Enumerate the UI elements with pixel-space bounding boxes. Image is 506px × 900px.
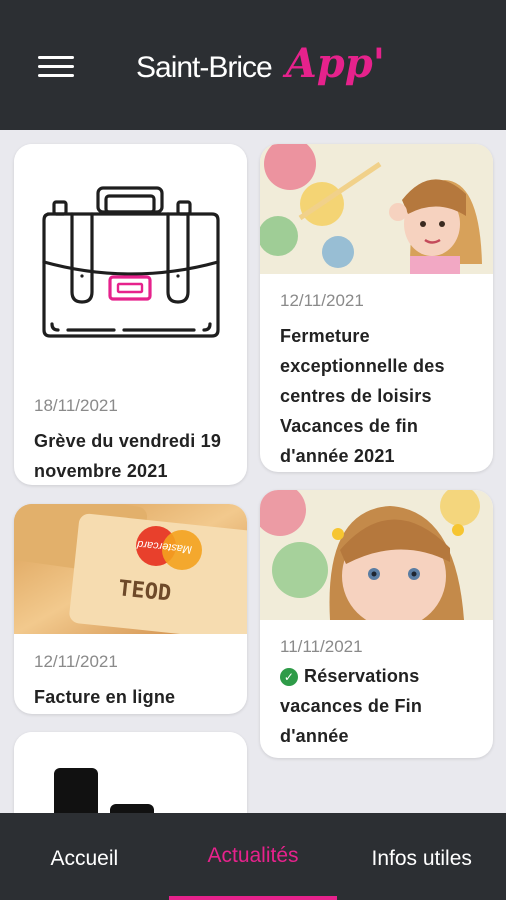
briefcase-icon xyxy=(42,186,220,338)
hamburger-icon[interactable] xyxy=(38,54,76,80)
bottom-navigation: Accueil Actualités Infos utiles xyxy=(0,813,506,900)
app-header: Saint-Brice App' xyxy=(0,0,506,130)
bar-chart-icon xyxy=(54,768,154,813)
news-title: Grève du vendredi 19 novembre 2021 xyxy=(34,431,222,481)
tab-actualites[interactable]: Actualités xyxy=(168,813,338,900)
menu-line xyxy=(38,74,74,77)
app-logo: Saint-Brice App' xyxy=(136,40,385,92)
photo-cards: Mastercard TEOD xyxy=(14,504,247,634)
news-card[interactable] xyxy=(14,732,247,813)
credit-cards-photo: Mastercard TEOD xyxy=(14,504,247,634)
news-card[interactable]: 12/11/2021 Fermeture exceptionnelle des … xyxy=(260,144,493,472)
news-card[interactable]: 11/11/2021 ✓ Réservations vacances de Fin… xyxy=(260,490,493,758)
news-date: 12/11/2021 xyxy=(280,291,364,310)
tab-infos-utiles[interactable]: Infos utiles xyxy=(337,813,506,900)
briefcase-illustration xyxy=(14,144,247,384)
girl-painting-photo-closeup xyxy=(260,490,493,620)
menu-line xyxy=(38,56,74,59)
news-feed[interactable]: 18/11/2021 Grève du vendredi 19 novembre… xyxy=(0,130,506,813)
news-title-text: Réservations vacances de Fin d'année xyxy=(280,666,423,746)
girl-painting-photo xyxy=(260,144,493,274)
card-body: 12/11/2021 Facture en ligne xyxy=(14,634,247,712)
card-body: 11/11/2021 ✓ Réservations vacances de Fin… xyxy=(260,620,493,751)
logo-app-name: App' xyxy=(285,40,385,87)
photo-art-closeup xyxy=(260,490,493,620)
bar-chart-illustration xyxy=(14,732,247,813)
news-card[interactable]: Mastercard TEOD 12/11/2021 Facture en li… xyxy=(14,504,247,714)
news-date: 11/11/2021 xyxy=(280,637,363,656)
menu-line xyxy=(38,65,74,68)
card-body: 18/11/2021 Grève du vendredi 19 novembre… xyxy=(14,384,247,485)
news-date: 18/11/2021 xyxy=(34,396,118,415)
news-date: 12/11/2021 xyxy=(34,652,118,671)
photo-art xyxy=(260,144,493,274)
tab-accueil[interactable]: Accueil xyxy=(0,813,169,900)
news-title: ✓ Réservations vacances de Fin d'année xyxy=(280,661,473,751)
news-card[interactable]: 18/11/2021 Grève du vendredi 19 novembre… xyxy=(14,144,247,485)
check-circle-icon: ✓ xyxy=(280,668,298,686)
logo-city-name: Saint-Brice xyxy=(136,51,273,84)
card-body: 12/11/2021 Fermeture exceptionnelle des … xyxy=(260,274,493,471)
news-title: Facture en ligne xyxy=(34,687,176,707)
news-title: Fermeture exceptionnelle des centres de … xyxy=(280,326,445,466)
